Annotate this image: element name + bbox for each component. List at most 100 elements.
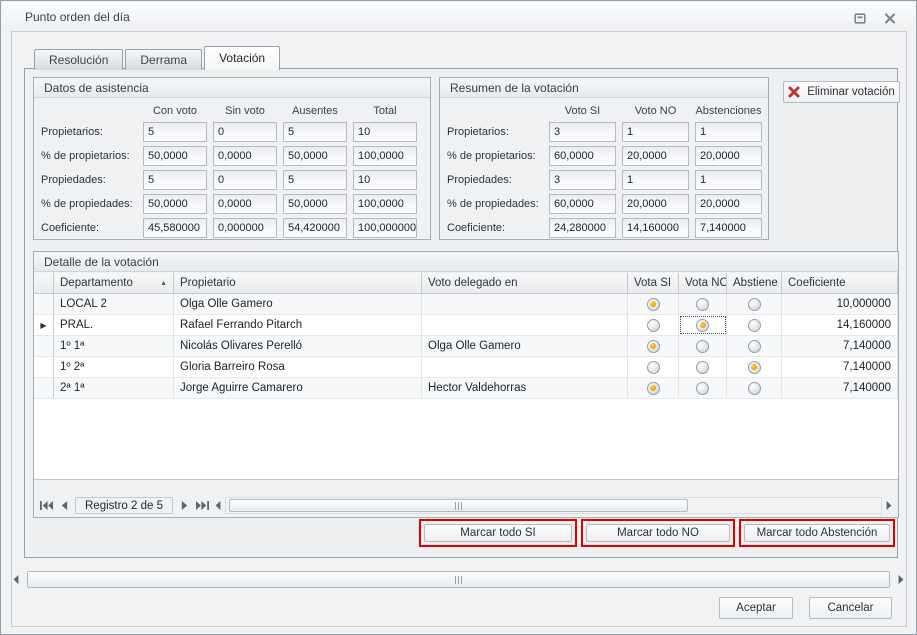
value-field[interactable]: 14,160000 [622,218,689,238]
value-field[interactable]: 1 [695,122,762,142]
nav-last-button[interactable] [194,498,210,514]
value-field[interactable]: 5 [143,122,207,142]
value-field[interactable]: 60,0000 [549,194,616,214]
cell-vota-abstencion[interactable] [727,357,782,377]
radio-si[interactable] [647,382,660,395]
marcar-todo-abstencion-button[interactable]: Marcar todo Abstención [744,524,890,542]
table-row[interactable]: 2ª 1ªJorge Aguirre CamareroHector Valdeh… [34,378,898,399]
value-field[interactable]: 3 [549,122,616,142]
radio-no[interactable] [696,340,709,353]
scrollbar-thumb[interactable] [27,571,890,588]
restore-window-button[interactable] [851,9,869,27]
value-field[interactable]: 1 [622,122,689,142]
value-field[interactable]: 100,000000 [353,218,417,238]
column-header-7[interactable]: Coeficiente [782,273,898,293]
radio-no[interactable] [696,319,709,332]
radio-no[interactable] [696,298,709,311]
cell-vota-no[interactable] [679,357,727,377]
radio-abstencion[interactable] [748,361,761,374]
value-field[interactable]: 100,0000 [353,146,417,166]
value-field[interactable]: 100,0000 [353,194,417,214]
scrollbar-thumb[interactable] [229,499,688,512]
column-header-5[interactable]: Vota NO [679,273,727,293]
cell-vota-no[interactable] [679,378,727,398]
nav-prev-button[interactable] [56,498,72,514]
value-field[interactable]: 3 [549,170,616,190]
value-field[interactable]: 1 [695,170,762,190]
value-field[interactable]: 0,0000 [213,146,277,166]
cell-vota-no[interactable] [679,315,727,335]
cell-vota-si[interactable] [628,378,679,398]
tab-derrama[interactable]: Derrama [125,49,202,70]
table-row[interactable]: LOCAL 2Olga Olle Gamero10,000000 [34,294,898,315]
column-header-6[interactable]: Abstiene [727,273,782,293]
radio-no[interactable] [696,382,709,395]
cancel-button[interactable]: Cancelar [809,597,892,619]
tab-votacion[interactable]: Votación [204,46,280,70]
cell-vota-si[interactable] [628,294,679,314]
column-header-4[interactable]: Vota SI [628,273,679,293]
scrollbar-track[interactable] [225,497,882,514]
cell-vota-abstencion[interactable] [727,315,782,335]
radio-si[interactable] [647,361,660,374]
scroll-left-button[interactable] [212,498,224,514]
value-field[interactable]: 5 [143,170,207,190]
accept-button[interactable]: Aceptar [719,597,793,619]
scrollbar-track[interactable] [22,570,895,589]
cell-vota-si[interactable] [628,357,679,377]
scroll-right-button[interactable] [883,498,895,514]
value-field[interactable]: 50,0000 [283,194,347,214]
value-field[interactable]: 20,0000 [695,194,762,214]
value-field[interactable]: 50,0000 [283,146,347,166]
table-row[interactable]: 1º 2ªGloria Barreiro Rosa7,140000 [34,357,898,378]
value-field[interactable]: 50,0000 [143,194,207,214]
cell-vota-abstencion[interactable] [727,378,782,398]
value-field[interactable]: 7,140000 [695,218,762,238]
close-window-button[interactable] [881,9,899,27]
marcar-todo-no-button[interactable]: Marcar todo NO [586,524,730,542]
radio-si[interactable] [647,298,660,311]
value-field[interactable]: 20,0000 [622,146,689,166]
radio-si[interactable] [647,319,660,332]
value-field[interactable]: 50,0000 [143,146,207,166]
cell-vota-no[interactable] [679,336,727,356]
radio-no[interactable] [696,361,709,374]
value-field[interactable]: 10 [353,170,417,190]
cell-vota-no[interactable] [679,294,727,314]
radio-si[interactable] [647,340,660,353]
value-field[interactable]: 5 [283,170,347,190]
value-field[interactable]: 1 [622,170,689,190]
cell-vota-abstencion[interactable] [727,336,782,356]
value-field[interactable]: 0 [213,122,277,142]
scroll-left-button[interactable] [10,572,22,588]
dialog-horizontal-scrollbar[interactable] [10,570,907,589]
column-header-3[interactable]: Voto delegado en [422,273,628,293]
nav-next-button[interactable] [176,498,192,514]
value-field[interactable]: 20,0000 [622,194,689,214]
value-field[interactable]: 10 [353,122,417,142]
cell-vota-abstencion[interactable] [727,294,782,314]
value-field[interactable]: 54,420000 [283,218,347,238]
value-field[interactable]: 60,0000 [549,146,616,166]
table-row[interactable]: ▶PRAL.Rafael Ferrando Pitarch14,160000 [34,315,898,336]
value-field[interactable]: 0,000000 [213,218,277,238]
radio-abstencion[interactable] [748,298,761,311]
value-field[interactable]: 5 [283,122,347,142]
radio-abstencion[interactable] [748,319,761,332]
radio-abstencion[interactable] [748,382,761,395]
radio-abstencion[interactable] [748,340,761,353]
value-field[interactable]: 0,0000 [213,194,277,214]
value-field[interactable]: 0 [213,170,277,190]
value-field[interactable]: 20,0000 [695,146,762,166]
value-field[interactable]: 24,280000 [549,218,616,238]
table-row[interactable]: 1º 1ªNicolás Olivares PerellóOlga Olle G… [34,336,898,357]
column-header-2[interactable]: Propietario [174,273,422,293]
scroll-right-button[interactable] [895,572,907,588]
delete-vote-button[interactable]: Eliminar votación [783,81,900,103]
marcar-todo-si-button[interactable]: Marcar todo SI [424,524,572,542]
nav-first-button[interactable] [38,498,54,514]
table-horizontal-scrollbar[interactable] [212,497,895,514]
cell-vota-si[interactable] [628,336,679,356]
cell-vota-si[interactable] [628,315,679,335]
column-header-1[interactable]: Departamento▲ [54,273,174,293]
